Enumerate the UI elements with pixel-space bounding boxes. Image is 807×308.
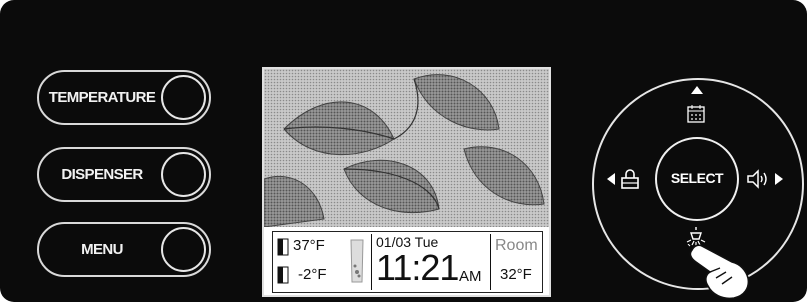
up-arrow-icon[interactable]	[690, 85, 704, 95]
left-arrow-icon[interactable]	[606, 172, 616, 186]
speaker-icon	[747, 169, 767, 189]
room-label: Room	[495, 237, 538, 254]
dispenser-label: DISPENSER	[61, 166, 143, 183]
status-bar: 37°F -2°F 01/03 Tue 11:21 AM Room 32°F	[272, 231, 543, 293]
fridge-icon	[277, 238, 289, 256]
pointing-hand-icon	[687, 244, 750, 300]
divider	[490, 234, 491, 290]
dispenser-button[interactable]: DISPENSER	[37, 147, 211, 202]
right-arrow-icon[interactable]	[774, 172, 784, 186]
ampm-text: AM	[459, 268, 482, 285]
lock-icon	[621, 169, 639, 189]
control-panel: TEMPERATURE DISPENSER MENU 37°F -2°F 01/…	[0, 0, 807, 302]
fridge-temp: 37°F	[293, 237, 325, 254]
temperature-label: TEMPERATURE	[48, 89, 156, 106]
menu-label: MENU	[81, 241, 123, 258]
room-temp: 32°F	[500, 266, 532, 283]
divider	[371, 234, 372, 290]
display-screen: 37°F -2°F 01/03 Tue 11:21 AM Room 32°F	[262, 67, 551, 297]
dispenser-button-knob	[161, 152, 206, 197]
leaf-wallpaper	[264, 69, 549, 227]
time-text: 11:21	[376, 247, 459, 288]
water-filter-icon	[350, 239, 364, 283]
calendar-icon	[687, 105, 705, 123]
menu-button-knob	[161, 227, 206, 272]
freezer-temp: -2°F	[298, 266, 327, 283]
select-button[interactable]: SELECT	[655, 137, 739, 221]
temperature-button-knob	[161, 75, 206, 120]
freezer-icon	[277, 266, 289, 284]
menu-button[interactable]: MENU	[37, 222, 211, 277]
temperature-button[interactable]: TEMPERATURE	[37, 70, 211, 125]
